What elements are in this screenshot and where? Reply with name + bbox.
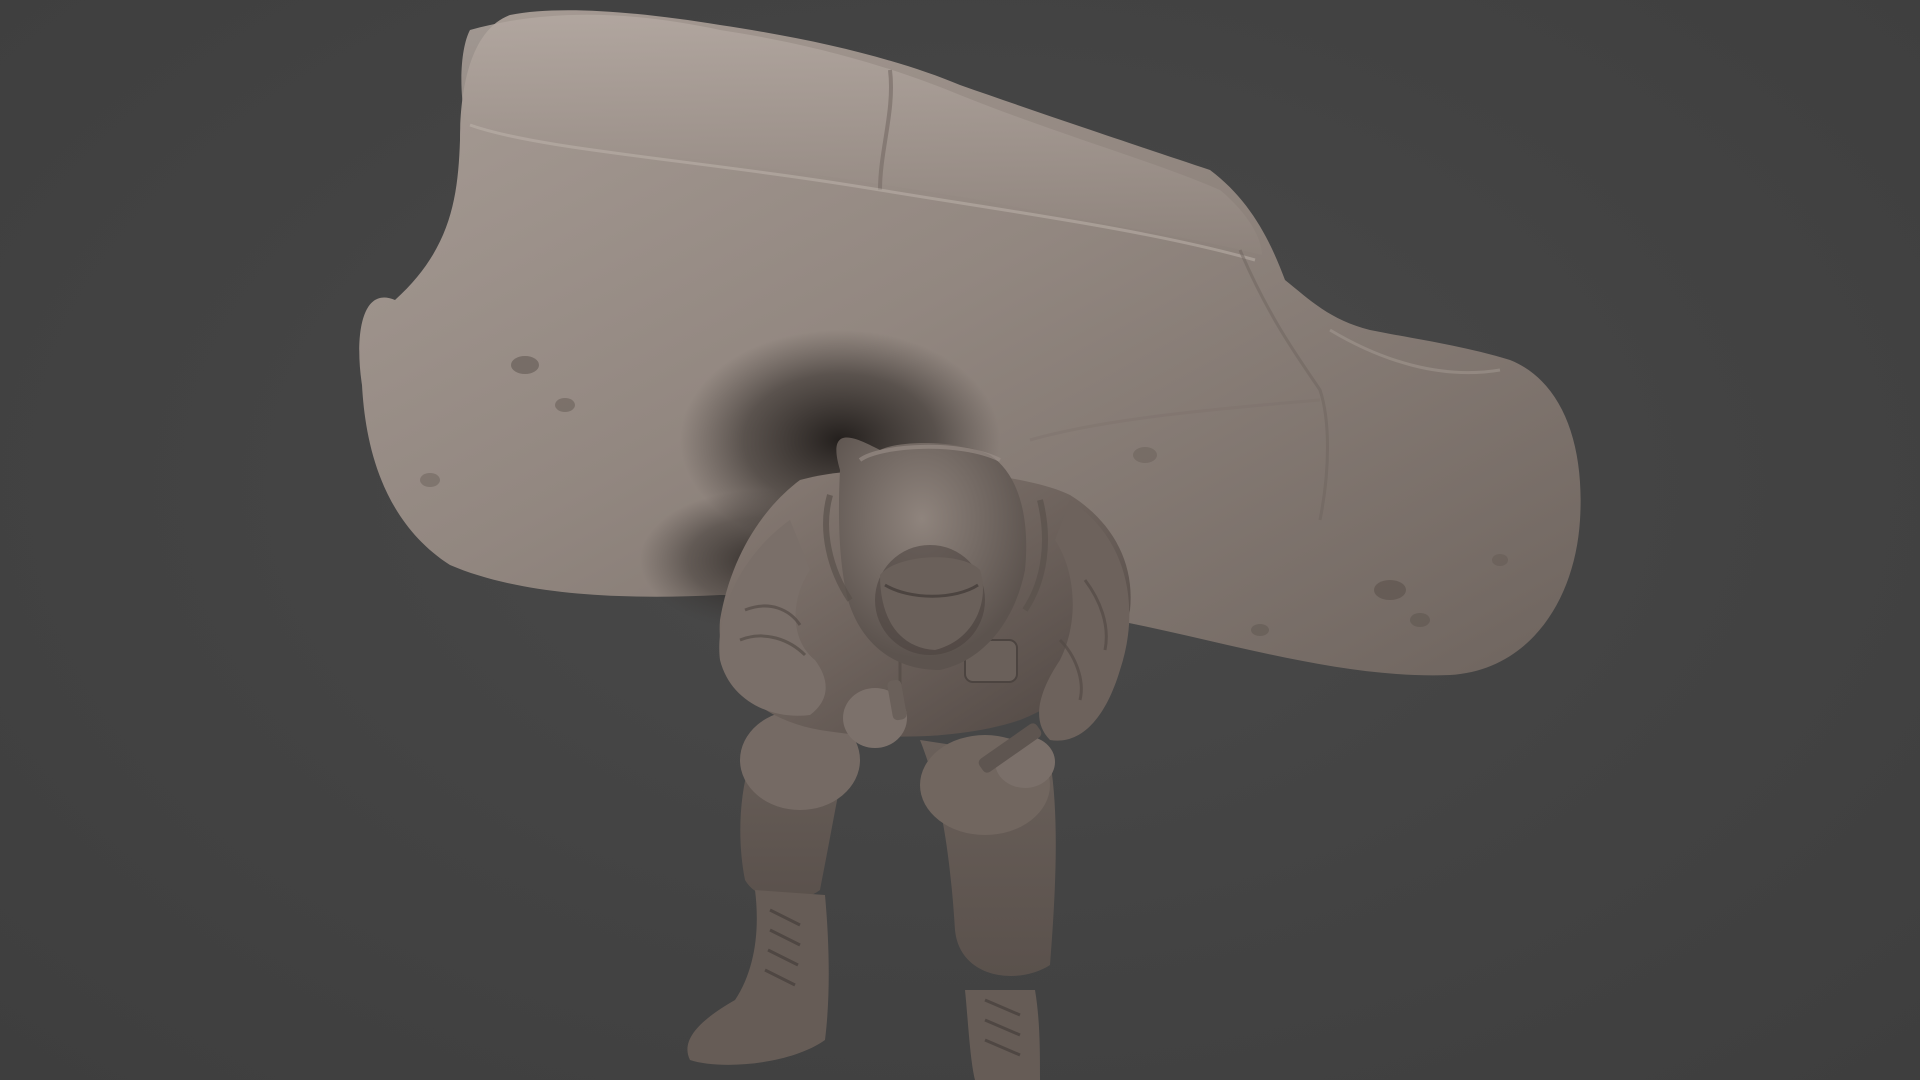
sculpt-render — [359, 10, 1581, 1080]
3d-viewport[interactable] — [0, 0, 1920, 1080]
figure-model[interactable] — [687, 437, 1131, 1080]
